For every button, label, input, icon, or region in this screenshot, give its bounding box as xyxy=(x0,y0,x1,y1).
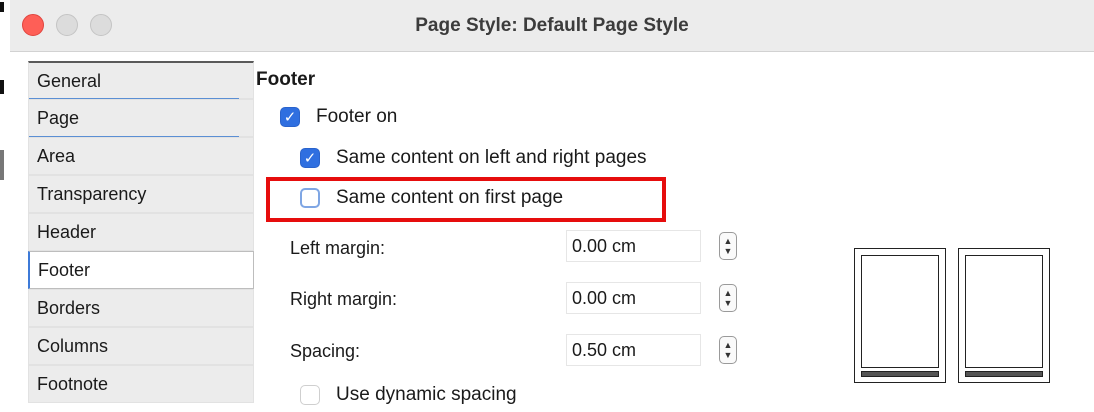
spin-up-icon[interactable]: ▲ xyxy=(724,288,733,298)
tab-list: General Page Area Transparency Header Fo… xyxy=(28,61,254,403)
right-page-preview xyxy=(958,248,1050,383)
right-margin-spinner[interactable]: ▲ ▼ xyxy=(719,284,737,312)
right-margin-label: Right margin: xyxy=(290,289,398,309)
title-bar: Page Style: Default Page Style xyxy=(10,0,1094,52)
spin-up-icon[interactable]: ▲ xyxy=(724,236,733,246)
same-first-page-label: Same content on first page xyxy=(336,187,564,208)
right-margin-input[interactable]: 0.00 cm xyxy=(566,282,701,314)
edge-artifact xyxy=(0,80,4,94)
dynamic-spacing-checkbox[interactable] xyxy=(300,385,320,405)
tab-general[interactable]: General xyxy=(28,61,254,99)
left-margin-input[interactable]: 0.00 cm xyxy=(566,230,701,262)
same-left-right-checkbox[interactable]: ✓ xyxy=(300,148,320,168)
tab-area[interactable]: Area xyxy=(28,137,254,175)
tab-borders[interactable]: Borders xyxy=(28,289,254,327)
same-first-page-checkbox[interactable] xyxy=(300,188,320,208)
dialog-content: General Page Area Transparency Header Fo… xyxy=(10,53,1094,412)
footer-on-label: Footer on xyxy=(316,106,398,127)
window-title: Page Style: Default Page Style xyxy=(415,15,689,36)
footer-on-row[interactable]: ✓ Footer on xyxy=(280,106,397,128)
left-page-preview xyxy=(854,248,946,383)
preview-page-body xyxy=(965,255,1043,368)
spin-down-icon[interactable]: ▼ xyxy=(724,246,733,256)
edge-artifact xyxy=(0,2,4,12)
same-left-right-label: Same content on left and right pages xyxy=(336,147,647,168)
tab-page[interactable]: Page xyxy=(28,99,254,137)
left-margin-label: Left margin: xyxy=(290,238,386,258)
spacing-input[interactable]: 0.50 cm xyxy=(566,334,701,366)
tab-footnote[interactable]: Footnote xyxy=(28,365,254,403)
preview-footer-band xyxy=(861,371,939,377)
spin-down-icon[interactable]: ▼ xyxy=(724,350,733,360)
same-first-page-row[interactable]: Same content on first page xyxy=(300,187,563,209)
spacing-label: Spacing: xyxy=(290,341,361,361)
tab-footer[interactable]: Footer xyxy=(28,251,254,289)
tab-columns[interactable]: Columns xyxy=(28,327,254,365)
dynamic-spacing-row[interactable]: Use dynamic spacing xyxy=(300,384,517,406)
preview-footer-band xyxy=(965,371,1043,377)
section-title: Footer xyxy=(256,69,316,90)
spin-up-icon[interactable]: ▲ xyxy=(724,340,733,350)
tab-header[interactable]: Header xyxy=(28,213,254,251)
tab-transparency[interactable]: Transparency xyxy=(28,175,254,213)
spacing-spinner[interactable]: ▲ ▼ xyxy=(719,336,737,364)
edge-artifact xyxy=(0,150,4,180)
preview-page-body xyxy=(861,255,939,368)
spin-down-icon[interactable]: ▼ xyxy=(724,298,733,308)
dynamic-spacing-label: Use dynamic spacing xyxy=(336,384,517,405)
left-margin-spinner[interactable]: ▲ ▼ xyxy=(719,232,737,260)
same-left-right-row[interactable]: ✓ Same content on left and right pages xyxy=(300,147,647,169)
footer-on-checkbox[interactable]: ✓ xyxy=(280,107,300,127)
